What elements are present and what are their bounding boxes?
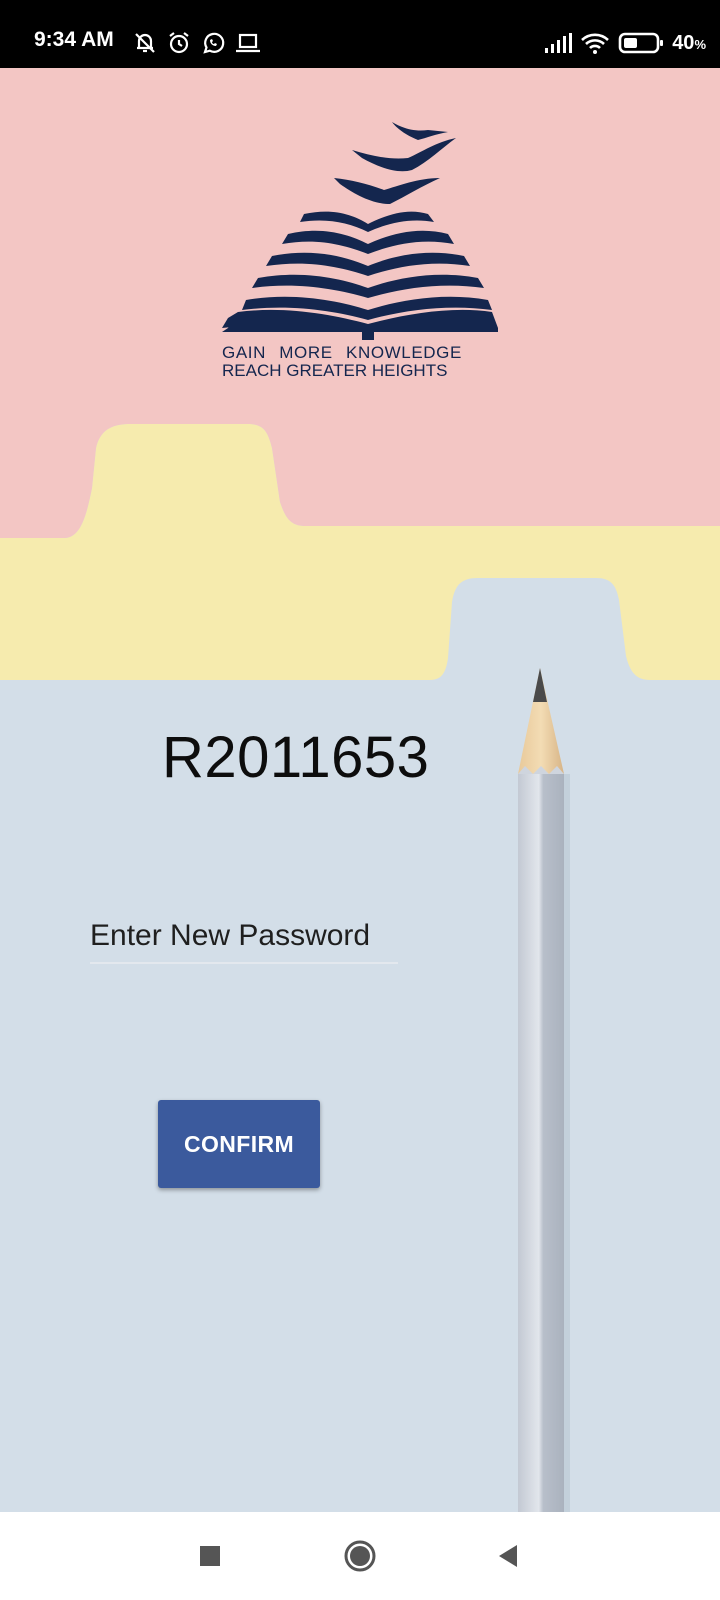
alarm-icon [166, 30, 192, 56]
battery-percent-unit: % [694, 36, 706, 52]
notification-icons [132, 30, 262, 56]
new-password-input[interactable] [90, 910, 398, 964]
pencil-illustration [518, 668, 570, 1513]
wifi-icon [580, 31, 610, 55]
battery-icon [618, 31, 664, 55]
status-time: 9:34 AM [34, 28, 114, 51]
laptop-icon [234, 30, 262, 56]
back-button[interactable] [486, 1534, 530, 1578]
recents-button[interactable] [188, 1534, 232, 1578]
whatsapp-icon [200, 30, 226, 56]
system-icons: 40% [544, 28, 706, 58]
user-id-label: R2011653 [162, 725, 430, 790]
home-icon [344, 1540, 376, 1572]
app-screen: 9:34 AM 40% GAIN MORE KNOWLEDGE REACH GR… [0, 0, 720, 1600]
battery-percent-value: 40 [672, 31, 695, 54]
navigation-bar [0, 1512, 720, 1600]
muted-bell-icon [132, 30, 158, 56]
logo-tagline-line1: GAIN MORE KNOWLEDGE [222, 344, 462, 361]
signal-icon [544, 32, 573, 54]
recents-icon [200, 1546, 220, 1566]
home-button[interactable] [338, 1534, 382, 1578]
confirm-button[interactable]: CONFIRM [158, 1100, 320, 1188]
battery-percent: 40% [672, 32, 706, 55]
logo-tagline-line2: REACH GREATER HEIGHTS [222, 362, 448, 379]
back-icon [499, 1545, 517, 1567]
status-bar: 9:34 AM 40% [0, 0, 720, 68]
